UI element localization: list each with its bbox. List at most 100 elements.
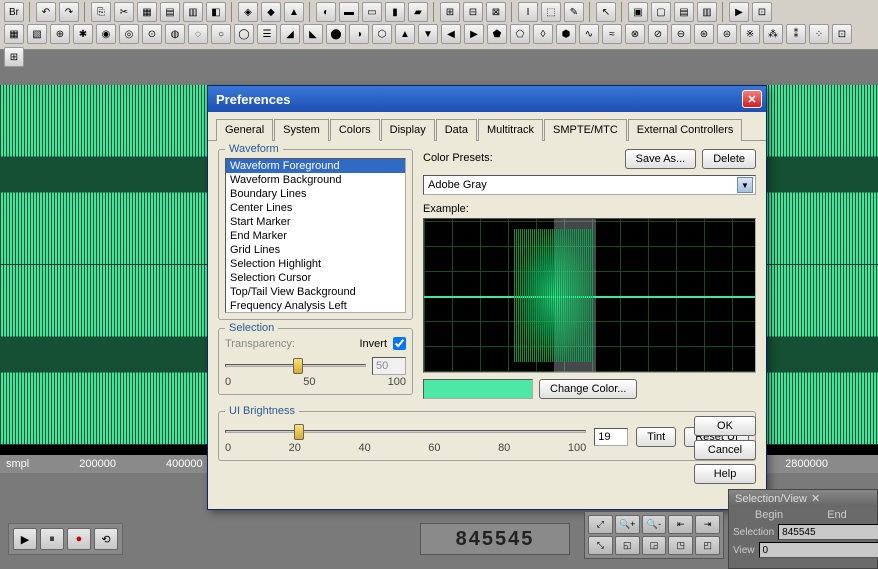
toolbar-button[interactable]: ⊛ bbox=[694, 24, 714, 44]
copy-icon[interactable]: ⎘ bbox=[91, 2, 111, 22]
zoom-button[interactable]: ⤡ bbox=[588, 536, 613, 555]
list-item[interactable]: Top/Tail View Background bbox=[226, 285, 405, 299]
pause-icon[interactable]: ⏸ bbox=[40, 528, 64, 550]
tab-colors[interactable]: Colors bbox=[330, 119, 380, 141]
toolbar-button[interactable]: ▼ bbox=[418, 24, 438, 44]
zoom-button[interactable]: ◰ bbox=[695, 536, 720, 555]
list-item[interactable]: Boundary Lines bbox=[226, 187, 405, 201]
zoom-out-icon[interactable]: 🔍- bbox=[642, 515, 667, 534]
invert-checkbox[interactable] bbox=[393, 337, 406, 350]
toolbar-button[interactable]: ◎ bbox=[119, 24, 139, 44]
toolbar-button[interactable]: ◢ bbox=[280, 24, 300, 44]
toolbar-button[interactable]: ⬤ bbox=[326, 24, 346, 44]
toolbar-button[interactable]: ⊠ bbox=[486, 2, 506, 22]
toolbar-button[interactable]: ✱ bbox=[73, 24, 93, 44]
toolbar-button[interactable]: ◐ bbox=[316, 2, 336, 22]
zoom-button[interactable]: ◳ bbox=[668, 536, 693, 555]
toolbar-button[interactable]: ⁑ bbox=[786, 24, 806, 44]
toolbar-button[interactable]: ◣ bbox=[303, 24, 323, 44]
toolbar-button[interactable]: ▤ bbox=[160, 2, 180, 22]
toolbar-button[interactable]: ◆ bbox=[261, 2, 281, 22]
toolbar-button[interactable]: ⬚ bbox=[541, 2, 561, 22]
transparency-slider[interactable] bbox=[225, 354, 366, 378]
tab-system[interactable]: System bbox=[274, 119, 329, 141]
loop-icon[interactable]: ⟲ bbox=[94, 528, 118, 550]
brightness-slider[interactable] bbox=[225, 420, 586, 444]
tab-external[interactable]: External Controllers bbox=[628, 119, 743, 141]
toolbar-button[interactable]: ∿ bbox=[579, 24, 599, 44]
help-button[interactable]: Help bbox=[694, 464, 756, 484]
toolbar-button[interactable]: ≈ bbox=[602, 24, 622, 44]
cut-icon[interactable]: ✂ bbox=[114, 2, 134, 22]
tab-general[interactable]: General bbox=[216, 119, 273, 141]
color-item-listbox[interactable]: Waveform Foreground Waveform Background … bbox=[225, 158, 406, 313]
toolbar-button[interactable]: ⬠ bbox=[510, 24, 530, 44]
zoom-in-icon[interactable]: 🔍+ bbox=[615, 515, 640, 534]
selection-begin-input[interactable] bbox=[778, 524, 878, 540]
list-item[interactable]: Waveform Foreground bbox=[226, 159, 405, 173]
toolbar-button[interactable]: ▲ bbox=[395, 24, 415, 44]
toolbar-button[interactable]: ⊗ bbox=[625, 24, 645, 44]
toolbar-button[interactable]: ▬ bbox=[339, 2, 359, 22]
color-preset-combobox[interactable]: Adobe Gray ▼ bbox=[423, 175, 756, 195]
toolbar-button[interactable]: ▥ bbox=[183, 2, 203, 22]
toolbar-button[interactable]: ▥ bbox=[697, 2, 717, 22]
toolbar-button[interactable]: ⊞ bbox=[4, 47, 24, 67]
save-as-button[interactable]: Save As... bbox=[625, 149, 697, 169]
play-icon[interactable]: ▶ bbox=[729, 2, 749, 22]
toolbar-button[interactable]: ◧ bbox=[206, 2, 226, 22]
toolbar-button[interactable]: ⊡ bbox=[752, 2, 772, 22]
zoom-button[interactable]: ⇤ bbox=[668, 515, 693, 534]
tab-multitrack[interactable]: Multitrack bbox=[478, 119, 543, 141]
record-icon[interactable]: ● bbox=[67, 528, 91, 550]
toolbar-button[interactable]: ◈ bbox=[238, 2, 258, 22]
toolbar-button[interactable]: ⊡ bbox=[832, 24, 852, 44]
toolbar-button[interactable]: ▣ bbox=[628, 2, 648, 22]
tab-smpte[interactable]: SMPTE/MTC bbox=[544, 119, 627, 141]
zoom-button[interactable]: ◲ bbox=[642, 536, 667, 555]
tab-display[interactable]: Display bbox=[381, 119, 435, 141]
toolbar-button[interactable]: ※ bbox=[740, 24, 760, 44]
toolbar-button[interactable]: ○ bbox=[211, 24, 231, 44]
toolbar-button[interactable]: ☰ bbox=[257, 24, 277, 44]
tab-data[interactable]: Data bbox=[436, 119, 477, 141]
list-item[interactable]: Selection Cursor bbox=[226, 271, 405, 285]
toolbar-button[interactable]: ⊕ bbox=[50, 24, 70, 44]
dialog-titlebar[interactable]: Preferences ✕ bbox=[208, 86, 766, 112]
list-item[interactable]: Selection Highlight bbox=[226, 257, 405, 271]
ok-button[interactable]: OK bbox=[694, 416, 756, 436]
view-begin-input[interactable] bbox=[759, 542, 878, 558]
list-item[interactable]: Frequency Analysis Left bbox=[226, 299, 405, 313]
toolbar-button[interactable]: ⊘ bbox=[648, 24, 668, 44]
toolbar-button[interactable]: ▤ bbox=[674, 2, 694, 22]
toolbar-button[interactable]: ⁘ bbox=[809, 24, 829, 44]
list-item[interactable]: Grid Lines bbox=[226, 243, 405, 257]
toolbar-button[interactable]: ▶ bbox=[464, 24, 484, 44]
list-item[interactable]: End Marker bbox=[226, 229, 405, 243]
toolbar-button[interactable]: ✎ bbox=[564, 2, 584, 22]
toolbar-button[interactable]: ▭ bbox=[362, 2, 382, 22]
paste-icon[interactable]: ▦ bbox=[137, 2, 157, 22]
toolbar-button[interactable]: ◍ bbox=[165, 24, 185, 44]
toolbar-button[interactable]: Br bbox=[4, 2, 24, 22]
toolbar-button[interactable]: ⁂ bbox=[763, 24, 783, 44]
toolbar-button[interactable]: ⊙ bbox=[142, 24, 162, 44]
close-icon[interactable]: ✕ bbox=[742, 90, 762, 108]
brightness-value[interactable] bbox=[594, 428, 628, 446]
toolbar-button[interactable]: ⬡ bbox=[372, 24, 392, 44]
toolbar-button[interactable]: ◉ bbox=[96, 24, 116, 44]
toolbar-button[interactable]: ⊜ bbox=[717, 24, 737, 44]
play-icon[interactable]: ▶ bbox=[13, 528, 37, 550]
close-icon[interactable]: ✕ bbox=[811, 492, 820, 505]
delete-button[interactable]: Delete bbox=[702, 149, 756, 169]
toolbar-button[interactable]: ◀ bbox=[441, 24, 461, 44]
cancel-button[interactable]: Cancel bbox=[694, 440, 756, 460]
toolbar-button[interactable]: ▢ bbox=[651, 2, 671, 22]
redo-icon[interactable]: ↷ bbox=[59, 2, 79, 22]
zoom-button[interactable]: ⇥ bbox=[695, 515, 720, 534]
change-color-button[interactable]: Change Color... bbox=[539, 379, 637, 399]
chevron-down-icon[interactable]: ▼ bbox=[737, 177, 753, 193]
toolbar-button[interactable]: ◑ bbox=[349, 24, 369, 44]
zoom-button[interactable]: ⤢ bbox=[588, 515, 613, 534]
zoom-button[interactable]: ◱ bbox=[615, 536, 640, 555]
